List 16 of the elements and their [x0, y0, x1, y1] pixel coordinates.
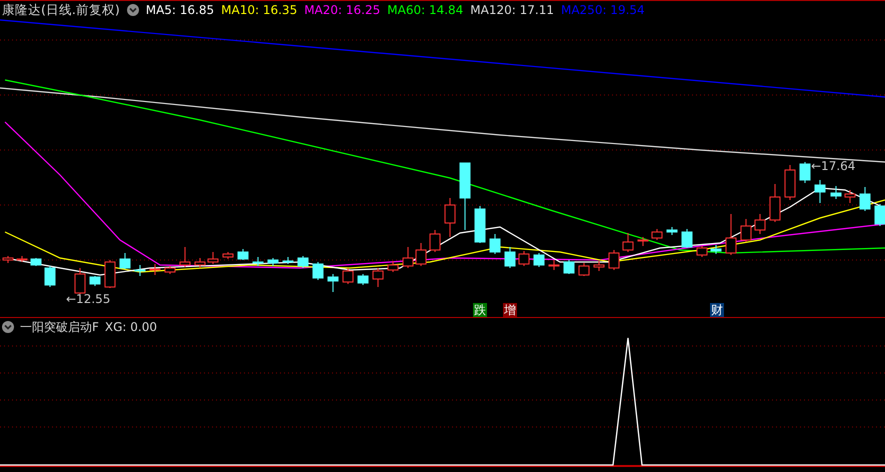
chart-title: 康隆达(日线.前复权): [2, 2, 120, 18]
moving-average-legend: MA10: 16.35: [221, 3, 298, 17]
event-badge[interactable]: 跌: [473, 303, 487, 317]
moving-average-legend: MA250: 19.54: [560, 3, 645, 17]
collapse-icon[interactable]: [126, 4, 139, 16]
moving-average-legend: MA60: 14.84: [387, 3, 464, 17]
price-label: ←12.55: [66, 292, 110, 306]
moving-average-legend: MA120: 17.11: [470, 3, 554, 17]
moving-average-legend: MA20: 16.25: [304, 3, 380, 17]
indicator-reading: XG: 0.00: [104, 320, 158, 334]
event-badge[interactable]: 财: [710, 303, 724, 317]
indicator-name: 一阳突破启动F: [20, 318, 99, 336]
price-label: ←17.64: [811, 159, 856, 173]
collapse-icon[interactable]: [2, 321, 14, 333]
moving-average-legend: MA5: 16.85: [146, 3, 214, 17]
event-badge[interactable]: 增: [503, 303, 517, 317]
